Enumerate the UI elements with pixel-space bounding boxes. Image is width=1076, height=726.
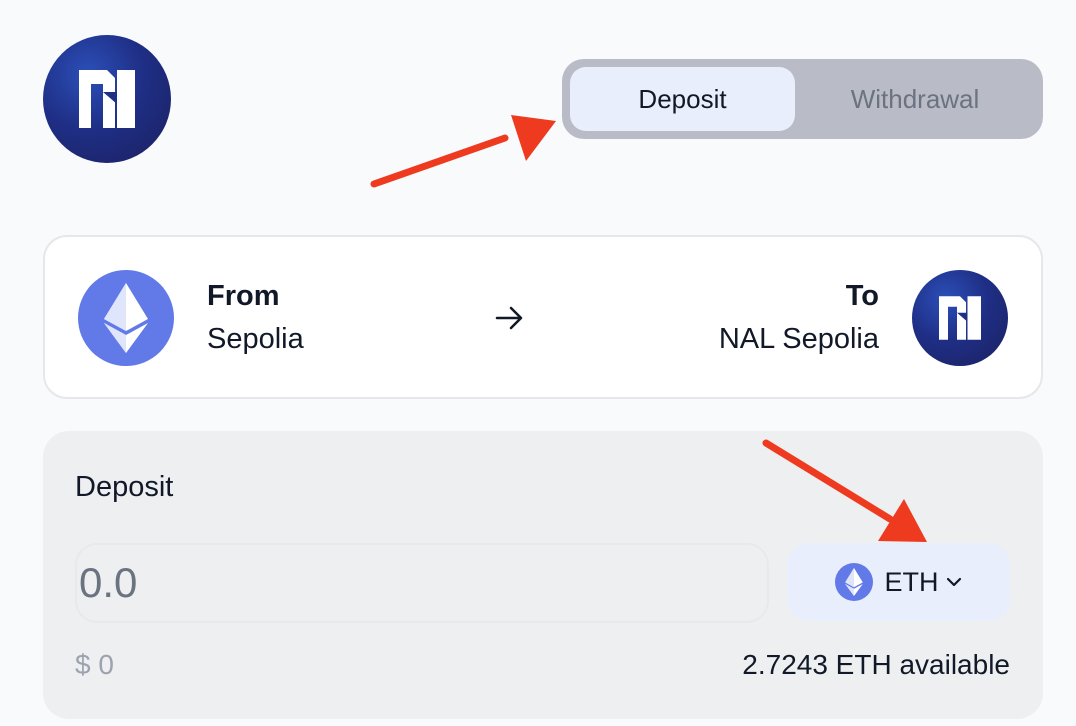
tab-withdrawal[interactable]: Withdrawal — [795, 67, 1035, 131]
amount-input[interactable]: 0.0 — [75, 543, 769, 623]
panel-title: Deposit — [75, 471, 174, 503]
mode-toggle: Deposit Withdrawal — [562, 59, 1043, 139]
amount-placeholder: 0.0 — [79, 559, 138, 606]
token-symbol: ETH — [884, 566, 939, 597]
to-label: To — [845, 280, 879, 312]
to-chain-avatar — [912, 270, 1008, 366]
ethereum-icon — [834, 563, 873, 601]
token-select-button[interactable]: ETH — [787, 543, 1010, 621]
available-balance: 2.7243 ETH available — [742, 649, 1010, 680]
chevron-down-icon — [946, 577, 961, 587]
from-chain-avatar — [78, 270, 174, 366]
tab-deposit[interactable]: Deposit — [570, 67, 795, 131]
arrow-right-icon — [495, 306, 523, 330]
annotation-arrow-toggle — [370, 115, 556, 188]
from-network: Sepolia — [207, 323, 304, 355]
to-block: To NAL Sepolia — [719, 277, 879, 363]
from-label: From — [207, 280, 280, 312]
nal-logo — [43, 35, 171, 163]
nal-logo-icon — [79, 70, 135, 128]
to-network: NAL Sepolia — [718, 323, 879, 355]
route-card: From Sepolia To NAL Sepolia — [43, 235, 1043, 399]
deposit-panel: Deposit 0.0 ETH $ 0 2.7243 ETH available — [43, 431, 1043, 719]
nal-logo-icon — [939, 296, 981, 340]
ethereum-icon — [104, 283, 148, 353]
usd-value: $ 0 — [75, 649, 114, 680]
from-block: From Sepolia — [207, 277, 304, 363]
